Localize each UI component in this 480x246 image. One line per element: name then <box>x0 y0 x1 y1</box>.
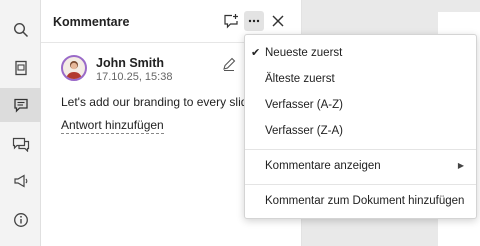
menu-item-newest-first[interactable]: ✔ Neueste zuerst <box>245 41 476 65</box>
menu-separator <box>245 184 476 185</box>
slides-button[interactable] <box>0 51 41 85</box>
menu-item-label: Verfasser (Z-A) <box>265 125 343 137</box>
pencil-icon <box>223 57 236 71</box>
search-button[interactable] <box>0 13 41 47</box>
info-button[interactable] <box>0 203 41 237</box>
user-avatar-icon <box>66 61 82 79</box>
close-icon <box>272 15 284 27</box>
chat-icon <box>12 137 29 152</box>
comment-author: John Smith <box>96 56 165 70</box>
submenu-arrow-icon: ▶ <box>457 161 464 170</box>
add-reply-link[interactable]: Antwort hinzufügen <box>61 118 164 134</box>
menu-item-label: Älteste zuerst <box>265 73 335 85</box>
add-comment-button[interactable] <box>221 11 241 31</box>
comment-text: Let's add our branding to every slide <box>61 95 255 109</box>
more-options-button[interactable] <box>244 11 264 31</box>
search-icon <box>13 22 28 38</box>
menu-item-author-a-z[interactable]: Verfasser (A-Z) <box>245 93 476 117</box>
menu-item-label: Kommentare anzeigen <box>265 160 381 172</box>
comments-button[interactable] <box>0 88 41 122</box>
menu-item-label: Verfasser (A-Z) <box>265 99 343 111</box>
slides-icon <box>14 60 27 76</box>
menu-separator <box>245 149 476 150</box>
comment-date: 17.10.25, 15:38 <box>96 71 173 83</box>
announcement-icon <box>13 174 27 188</box>
menu-item-author-z-a[interactable]: Verfasser (Z-A) <box>245 119 476 143</box>
panel-title: Kommentare <box>53 15 130 29</box>
info-icon <box>13 213 28 227</box>
edit-comment-button[interactable] <box>221 56 237 72</box>
menu-item-label: Kommentar zum Dokument hinzufügen <box>265 195 465 207</box>
avatar <box>61 55 87 81</box>
announcement-button[interactable] <box>0 164 41 198</box>
menu-item-add-document-comment[interactable]: Kommentar zum Dokument hinzufügen <box>245 189 476 213</box>
left-toolbar <box>0 0 41 246</box>
menu-item-label: Neueste zuerst <box>265 47 343 59</box>
close-panel-button[interactable] <box>268 11 288 31</box>
checkmark-icon: ✔ <box>251 47 261 59</box>
comments-icon <box>13 98 28 113</box>
sort-options-menu: ✔ Neueste zuerst Älteste zuerst Verfasse… <box>244 34 477 219</box>
add-comment-icon <box>224 14 238 29</box>
more-icon <box>248 19 260 23</box>
chat-button[interactable] <box>0 127 41 161</box>
menu-item-show-comments[interactable]: Kommentare anzeigen ▶ <box>245 154 476 178</box>
menu-item-oldest-first[interactable]: Älteste zuerst <box>245 67 476 91</box>
